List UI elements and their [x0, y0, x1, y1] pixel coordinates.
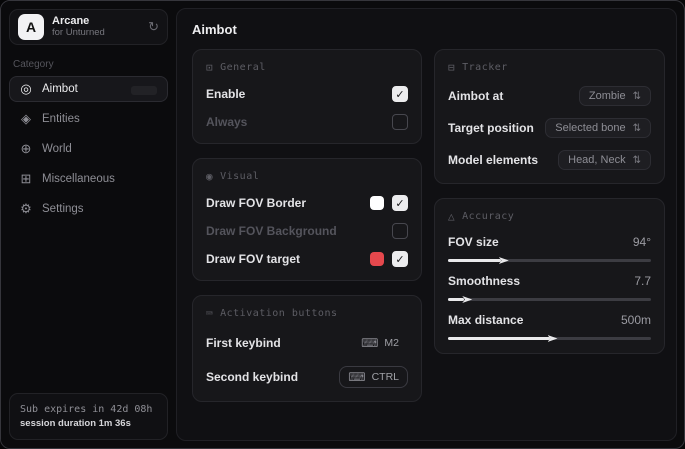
sidebar: A Arcane for Unturned ↻ Category ◎ Aimbo… — [1, 1, 176, 448]
target-position-select[interactable]: Selected bone ⇅ — [545, 118, 651, 138]
enable-label: Enable — [206, 87, 245, 101]
chevron-up-down-icon: ⇅ — [633, 123, 641, 134]
general-card: ⊡ General Enable ✓ Always ✓ — [192, 49, 422, 144]
card-header-tracker: Tracker — [462, 62, 508, 73]
draw-fov-border-label: Draw FOV Border — [206, 196, 306, 210]
sidebar-item-label: Settings — [42, 203, 84, 215]
crosshair-icon: ◎ — [19, 81, 33, 97]
keyboard-icon: ⌨ — [206, 307, 213, 320]
gear-icon: ⚙ — [19, 201, 33, 217]
eye-icon: ◉ — [206, 170, 213, 183]
sidebar-item-settings[interactable]: ⚙ Settings — [9, 196, 168, 222]
keyboard-icon: ⌨ — [348, 370, 365, 384]
aimbot-at-label: Aimbot at — [448, 89, 503, 103]
chevron-up-down-icon: ⇅ — [633, 155, 641, 166]
draw-fov-target-label: Draw FOV target — [206, 252, 300, 266]
fov-size-value: 94° — [633, 235, 651, 249]
sidebar-item-world[interactable]: ⊕ World — [9, 136, 168, 162]
fov-size-slider[interactable] — [448, 259, 651, 262]
second-keybind-button[interactable]: ⌨ CTRL — [339, 366, 408, 388]
visual-card: ◉ Visual Draw FOV Border ✓ Draw FOV Back… — [192, 158, 422, 281]
slider-fill — [448, 259, 501, 262]
target-position-label: Target position — [448, 121, 534, 135]
brand-name: Arcane — [52, 15, 140, 28]
keyboard-icon: ⌨ — [361, 336, 378, 350]
activation-buttons-card: ⌨ Activation buttons First keybind ⌨ M2 … — [192, 295, 422, 402]
category-label: Category — [13, 59, 176, 70]
max-distance-slider[interactable] — [448, 337, 651, 340]
chevron-up-down-icon: ⇅ — [633, 91, 641, 102]
card-header-visual: Visual — [220, 171, 259, 182]
slider-fill — [448, 298, 464, 301]
sidebar-item-entities[interactable]: ◈ Entities — [9, 106, 168, 132]
sidebar-nav: ◎ Aimbot ◈ Entities ⊕ World ⊞ Miscellane… — [1, 76, 176, 222]
first-keybind-value: M2 — [384, 337, 399, 349]
max-distance-label: Max distance — [448, 313, 523, 327]
card-header-general: General — [220, 62, 266, 73]
main-panel: Aimbot ⊡ General Enable ✓ Always ✓ — [176, 8, 677, 441]
always-label: Always — [206, 115, 247, 129]
sidebar-item-aimbot[interactable]: ◎ Aimbot — [9, 76, 168, 102]
card-header-activation: Activation buttons — [220, 308, 337, 319]
fov-target-color-swatch[interactable] — [370, 252, 384, 266]
refresh-icon[interactable]: ↻ — [148, 19, 159, 35]
tracker-card: ⊟ Tracker Aimbot at Zombie ⇅ Target posi… — [434, 49, 665, 184]
sidebar-item-miscellaneous[interactable]: ⊞ Miscellaneous — [9, 166, 168, 192]
aimbot-at-value: Zombie — [589, 90, 626, 102]
brand-subtitle: for Unturned — [52, 28, 140, 39]
draw-fov-border-checkbox[interactable]: ✓ — [392, 195, 408, 211]
sidebar-item-label: Entities — [42, 113, 80, 125]
slider-fill — [448, 337, 549, 340]
enable-checkbox[interactable]: ✓ — [392, 86, 408, 102]
triangle-icon: △ — [448, 210, 455, 223]
keybind-hint-placeholder — [131, 86, 157, 95]
smoothness-label: Smoothness — [448, 274, 520, 288]
first-keybind-button[interactable]: ⌨ M2 — [352, 332, 408, 354]
smoothness-slider[interactable] — [448, 298, 651, 301]
entities-icon: ◈ — [19, 111, 33, 127]
max-distance-value: 500m — [621, 313, 651, 327]
second-keybind-label: Second keybind — [206, 370, 298, 384]
model-elements-select[interactable]: Head, Neck ⇅ — [558, 150, 651, 170]
subscription-status-card: Sub expires in 42d 08h session duration … — [9, 393, 168, 440]
session-duration-text: session duration 1m 36s — [20, 417, 157, 431]
sub-expires-text: Sub expires in 42d 08h — [20, 402, 157, 417]
card-header-accuracy: Accuracy — [462, 211, 514, 222]
second-keybind-value: CTRL — [372, 371, 399, 383]
sidebar-item-label: World — [42, 143, 72, 155]
page-title: Aimbot — [192, 22, 665, 37]
draw-fov-target-checkbox[interactable]: ✓ — [392, 251, 408, 267]
brand-card: A Arcane for Unturned ↻ — [9, 9, 168, 45]
sidebar-item-label: Miscellaneous — [42, 173, 115, 185]
fov-size-label: FOV size — [448, 235, 499, 249]
draw-fov-background-label: Draw FOV Background — [206, 224, 337, 238]
model-elements-value: Head, Neck — [568, 154, 625, 166]
sidebar-item-label: Aimbot — [42, 83, 78, 95]
draw-fov-background-checkbox[interactable]: ✓ — [392, 223, 408, 239]
target-position-value: Selected bone — [555, 122, 625, 134]
smoothness-value: 7.7 — [634, 274, 651, 288]
grid-icon: ⊞ — [19, 171, 33, 187]
app-logo: A — [18, 14, 44, 40]
tracker-icon: ⊟ — [448, 61, 455, 74]
model-elements-label: Model elements — [448, 153, 538, 167]
app-window: A Arcane for Unturned ↻ Category ◎ Aimbo… — [0, 0, 685, 449]
aimbot-at-select[interactable]: Zombie ⇅ — [579, 86, 651, 106]
globe-icon: ⊕ — [19, 141, 33, 157]
fov-border-color-swatch[interactable] — [370, 196, 384, 210]
accuracy-card: △ Accuracy FOV size 94° Smoothness 7.7 — [434, 198, 665, 354]
first-keybind-label: First keybind — [206, 336, 281, 350]
always-checkbox[interactable]: ✓ — [392, 114, 408, 130]
sliders-icon: ⊡ — [206, 61, 213, 74]
